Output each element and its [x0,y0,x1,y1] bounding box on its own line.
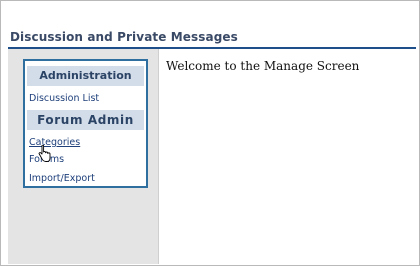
section-heading-forum-admin: Forum Admin [27,110,144,130]
section-heading-administration: Administration [27,66,144,86]
sidebar-menu: Administration Discussion List Forum Adm… [23,59,148,188]
welcome-message: Welcome to the Manage Screen [166,59,360,73]
page-title: Discussion and Private Messages [10,30,238,44]
sidebar-item-import-export[interactable]: Import/Export [29,173,95,184]
sidebar-item-discussion-list[interactable]: Discussion List [29,93,99,104]
hand-pointer-icon [38,145,51,162]
